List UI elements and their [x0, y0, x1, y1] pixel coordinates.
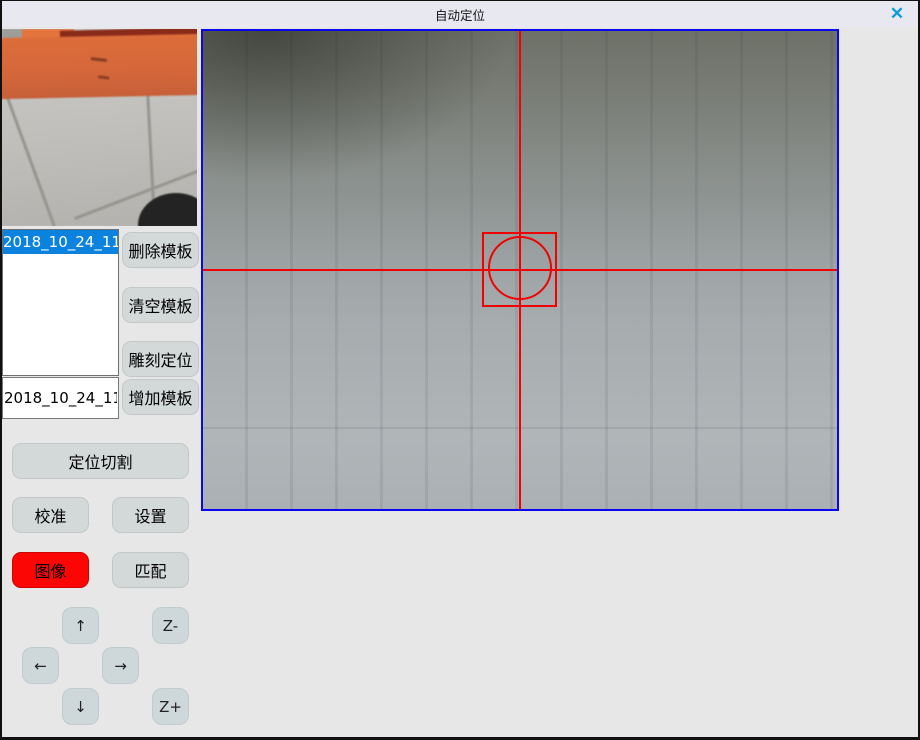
engrave-position-button[interactable]: 雕刻定位: [122, 341, 199, 377]
jog-z-minus-button[interactable]: Z-: [152, 607, 189, 644]
jog-down-button[interactable]: ↓: [62, 688, 99, 725]
calibrate-button[interactable]: 校准: [12, 497, 89, 533]
template-name-input[interactable]: [2, 377, 119, 419]
delete-template-button[interactable]: 删除模板: [122, 232, 199, 268]
beam-mark: [98, 75, 109, 79]
position-cut-button[interactable]: 定位切割: [12, 443, 189, 479]
template-thumbnail: [2, 29, 197, 226]
settings-button[interactable]: 设置: [112, 497, 189, 533]
title-bar: 自动定位: [2, 1, 918, 27]
add-template-button[interactable]: 增加模板: [122, 379, 199, 415]
jog-z-plus-button[interactable]: Z+: [152, 688, 189, 725]
thumbnail-image: [2, 29, 197, 226]
clear-template-button[interactable]: 清空模板: [122, 287, 199, 323]
jog-up-button[interactable]: ↑: [62, 607, 99, 644]
beam-mark: [91, 57, 107, 62]
auto-position-dialog: 自动定位 ✕ 2018_10_24_11 删除模板 清空模板 雕刻定位 增加模板: [0, 0, 920, 740]
list-item[interactable]: 2018_10_24_11: [3, 230, 118, 254]
camera-view: [201, 29, 839, 511]
close-icon[interactable]: ✕: [884, 3, 910, 25]
image-button[interactable]: 图像: [12, 552, 89, 588]
page-title: 自动定位: [435, 5, 485, 24]
jog-right-button[interactable]: →: [102, 647, 139, 684]
thumbnail-orange-beam: [2, 34, 197, 99]
target-circle-overlay: [488, 236, 552, 300]
template-list[interactable]: 2018_10_24_11: [2, 229, 119, 376]
jog-left-button[interactable]: ←: [22, 647, 59, 684]
match-button[interactable]: 匹配: [112, 552, 189, 588]
